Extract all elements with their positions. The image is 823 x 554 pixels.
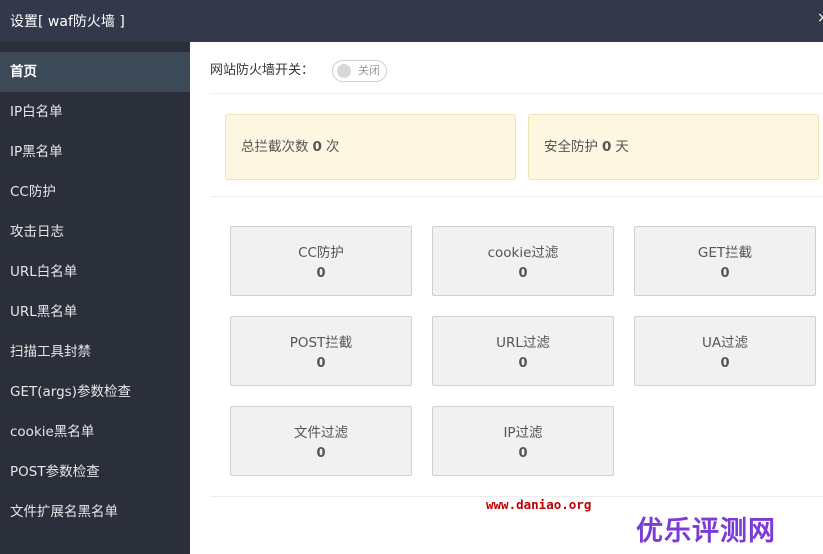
stat-protection-days: 安全防护 0 天 — [528, 114, 819, 180]
card-file-filter[interactable]: 文件过滤 0 — [230, 406, 412, 476]
sidebar-item-ip-blacklist[interactable]: IP黑名单 — [0, 132, 190, 172]
sidebar: 首页 IP白名单 IP黑名单 CC防护 攻击日志 URL白名单 URL黑名单 扫… — [0, 42, 190, 554]
card-ua-filter[interactable]: UA过滤 0 — [634, 316, 816, 386]
firewall-switch-label: 网站防火墙开关： — [210, 63, 315, 78]
card-post-block[interactable]: POST拦截 0 — [230, 316, 412, 386]
sidebar-item-get-args-check[interactable]: GET(args)参数检查 — [0, 372, 190, 412]
title-bar: 设置[ waf防火墙 ] × — [0, 0, 823, 42]
card-name: GET拦截 — [697, 245, 753, 261]
card-value: 0 — [316, 356, 326, 371]
sidebar-item-ip-whitelist[interactable]: IP白名单 — [0, 92, 190, 132]
divider — [210, 93, 823, 94]
card-name: CC防护 — [298, 245, 344, 261]
card-name: UA过滤 — [701, 335, 749, 351]
sidebar-item-attack-log[interactable]: 攻击日志 — [0, 212, 190, 252]
watermark-logo: 优乐评测网 — [636, 516, 776, 547]
card-ip-filter[interactable]: IP过滤 0 — [432, 406, 614, 476]
card-url-filter[interactable]: URL过滤 0 — [432, 316, 614, 386]
stat-label: 安全防护 — [544, 139, 598, 155]
divider — [210, 196, 823, 197]
sidebar-item-url-blacklist[interactable]: URL黑名单 — [0, 292, 190, 332]
toggle-knob-icon — [337, 64, 351, 78]
card-value: 0 — [518, 446, 528, 461]
close-icon[interactable]: × — [817, 10, 823, 26]
card-value: 0 — [720, 356, 730, 371]
sidebar-item-scanner-ban[interactable]: 扫描工具封禁 — [0, 332, 190, 372]
card-name: POST拦截 — [289, 335, 353, 351]
card-get-block[interactable]: GET拦截 0 — [634, 226, 816, 296]
sidebar-item-post-check[interactable]: POST参数检查 — [0, 452, 190, 492]
sidebar-item-cookie-blacklist[interactable]: cookie黑名单 — [0, 412, 190, 452]
main-panel: 网站防火墙开关： 关闭 总拦截次数 0 次 安全防护 0 天 CC防护 0 cookie… — [190, 42, 823, 554]
card-name: 文件过滤 — [294, 425, 348, 441]
stat-unit: 天 — [615, 139, 629, 155]
stat-value: 0 — [602, 139, 612, 155]
card-value: 0 — [720, 266, 730, 281]
stat-unit: 次 — [325, 139, 340, 155]
watermark-url: www.daniao.org — [486, 497, 592, 512]
firewall-toggle[interactable]: 关闭 — [332, 60, 387, 82]
window-title: 设置[ waf防火墙 ] — [10, 14, 125, 30]
sidebar-item-cc-protection[interactable]: CC防护 — [0, 172, 190, 212]
card-name: IP过滤 — [503, 425, 543, 441]
stat-value: 0 — [312, 139, 322, 155]
card-value: 0 — [316, 266, 326, 281]
card-name: cookie过滤 — [487, 245, 559, 261]
card-cookie-filter[interactable]: cookie过滤 0 — [432, 226, 614, 296]
sidebar-item-file-ext-blacklist[interactable]: 文件扩展名黑名单 — [0, 492, 190, 532]
stat-label: 总拦截次数 — [241, 139, 309, 155]
sidebar-item-url-whitelist[interactable]: URL白名单 — [0, 252, 190, 292]
card-value: 0 — [518, 266, 528, 281]
stat-total-blocks: 总拦截次数 0 次 — [225, 114, 516, 180]
toggle-state-label: 关闭 — [358, 64, 380, 77]
card-value: 0 — [316, 446, 326, 461]
sidebar-item-home[interactable]: 首页 — [0, 52, 190, 92]
card-cc-protection[interactable]: CC防护 0 — [230, 226, 412, 296]
card-name: URL过滤 — [496, 335, 550, 351]
card-value: 0 — [518, 356, 528, 371]
